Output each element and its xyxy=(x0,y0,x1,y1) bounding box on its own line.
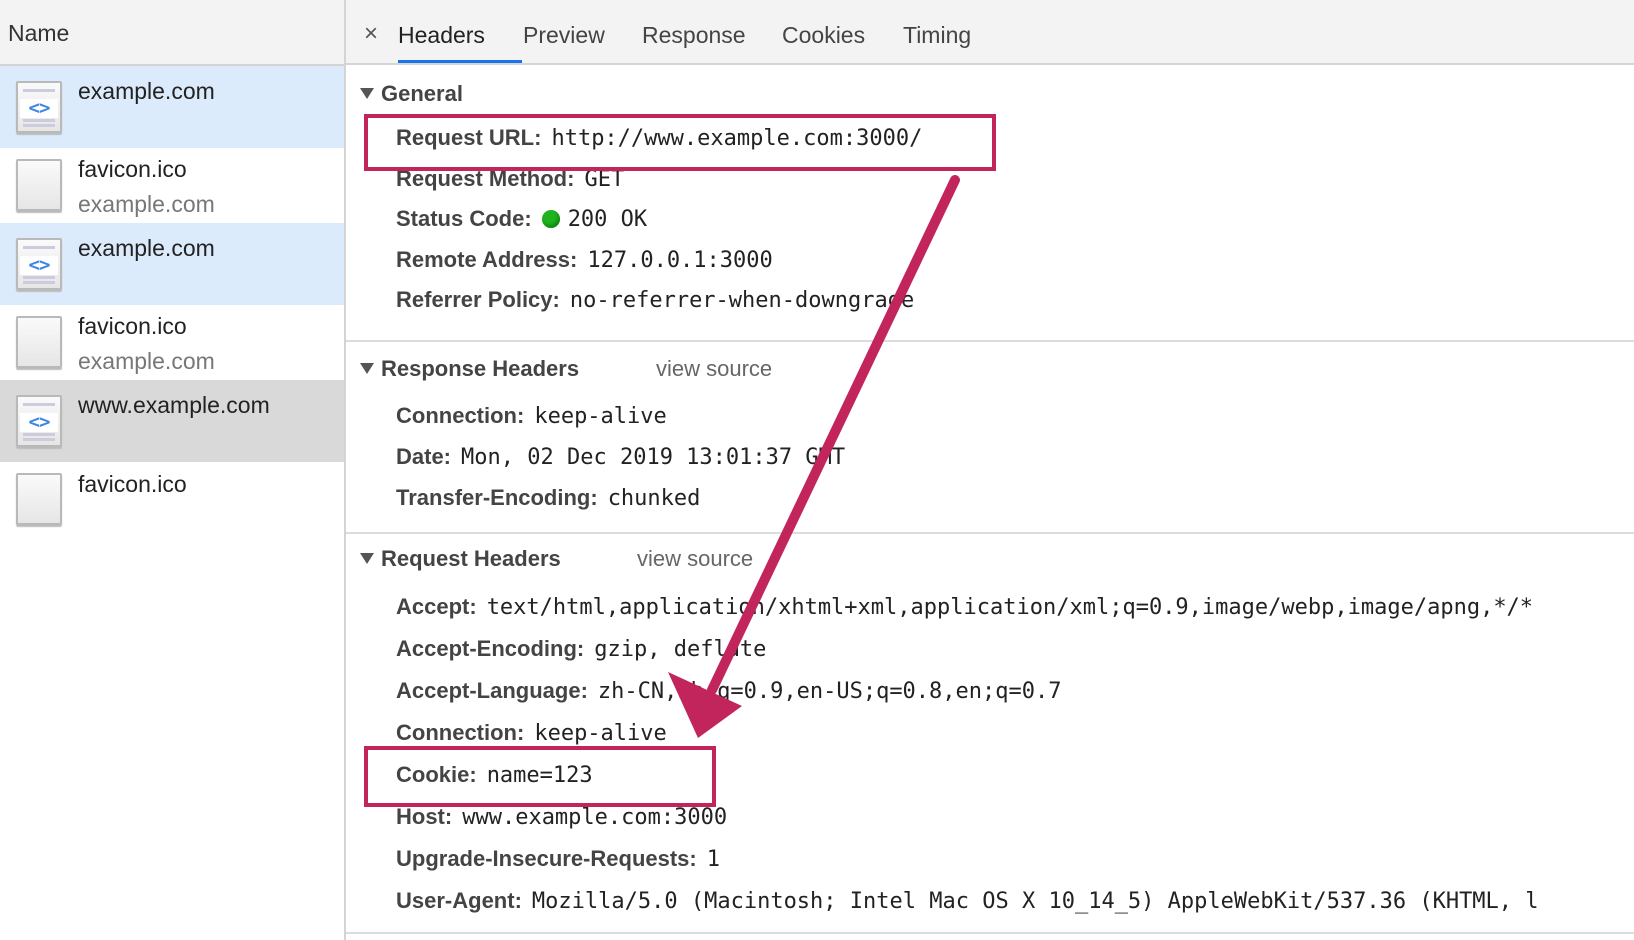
html-document-icon: <> xyxy=(16,395,62,447)
collapse-triangle-icon xyxy=(360,553,374,564)
header-row-date: Date: Mon, 02 Dec 2019 13:01:37 GMT xyxy=(396,444,846,470)
header-row-accept: Accept: text/html,application/xhtml+xml,a… xyxy=(396,594,1534,620)
cookie-highlight-box xyxy=(364,746,716,807)
html-document-icon: <> xyxy=(16,81,62,133)
html-document-icon: <> xyxy=(16,238,62,290)
name-column-label: Name xyxy=(8,20,70,46)
collapse-triangle-icon xyxy=(360,88,374,99)
name-column-header[interactable]: Name xyxy=(0,0,344,66)
request-name: example.com xyxy=(78,78,215,104)
request-name: favicon.ico xyxy=(78,471,187,497)
request-name: example.com xyxy=(78,235,215,261)
header-row-accept-encoding: Accept-Encoding: gzip, deflate xyxy=(396,636,767,662)
section-title: General xyxy=(381,81,463,106)
request-name: favicon.ico xyxy=(78,313,187,339)
section-title: Request Headers xyxy=(381,546,561,571)
status-ok-icon xyxy=(541,210,560,228)
section-title: Response Headers xyxy=(381,356,580,381)
request-list-panel: Name <> example.com favicon.ico example.… xyxy=(0,0,346,940)
request-name: favicon.ico xyxy=(78,156,187,182)
tab-response[interactable]: Response xyxy=(642,22,746,49)
details-tab-bar: × Headers Preview Response Cookies Timin… xyxy=(346,0,1634,65)
request-domain: example.com xyxy=(78,348,215,374)
request-row[interactable]: favicon.ico example.com xyxy=(0,301,344,383)
header-row-upgrade-insecure-requests: Upgrade-Insecure-Requests: 1 xyxy=(396,846,720,872)
request-row[interactable]: favicon.ico example.com xyxy=(0,144,344,226)
tab-timing[interactable]: Timing xyxy=(903,22,971,49)
request-url-highlight-box xyxy=(364,114,996,171)
header-row-transfer-encoding: Transfer-Encoding: chunked xyxy=(396,485,701,511)
request-row[interactable]: <> example.com xyxy=(0,66,344,148)
blank-file-icon xyxy=(16,316,62,368)
header-row-remote-address: Remote Address: 127.0.0.1:3000 xyxy=(396,247,773,273)
active-tab-indicator xyxy=(398,60,522,63)
general-section-toggle[interactable]: General xyxy=(360,81,463,107)
header-row-connection: Connection: keep-alive xyxy=(396,720,667,746)
tab-preview[interactable]: Preview xyxy=(523,22,605,49)
header-row-accept-language: Accept-Language: zh-CN,zh;q=0.9,en-US;q=0… xyxy=(396,678,1062,704)
header-row-connection: Connection: keep-alive xyxy=(396,403,667,429)
response-headers-section-toggle[interactable]: Response Headers xyxy=(360,356,579,382)
header-row-status-code: Status Code: 200 OK xyxy=(396,206,648,232)
header-row-user-agent: User-Agent: Mozilla/5.0 (Macintosh; Intel… xyxy=(396,888,1539,914)
request-row-selected[interactable]: <> www.example.com xyxy=(0,380,344,462)
blank-file-icon xyxy=(16,159,62,211)
section-divider xyxy=(346,340,1634,342)
request-name: www.example.com xyxy=(78,392,270,418)
view-source-link[interactable]: view source xyxy=(637,546,753,572)
close-icon[interactable]: × xyxy=(364,20,378,48)
header-row-host: Host: www.example.com:3000 xyxy=(396,804,728,830)
blank-file-icon xyxy=(16,473,62,525)
request-domain: example.com xyxy=(78,191,215,217)
request-row[interactable]: favicon.ico xyxy=(0,458,344,540)
header-row-referrer-policy: Referrer Policy: no-referrer-when-downgra… xyxy=(396,287,915,313)
request-headers-section-toggle[interactable]: Request Headers xyxy=(360,546,561,572)
tab-headers[interactable]: Headers xyxy=(398,22,485,49)
tab-cookies[interactable]: Cookies xyxy=(782,22,865,49)
request-row[interactable]: <> example.com xyxy=(0,223,344,305)
section-divider xyxy=(346,932,1634,934)
collapse-triangle-icon xyxy=(360,363,374,374)
view-source-link[interactable]: view source xyxy=(656,356,772,382)
section-divider xyxy=(346,532,1634,534)
